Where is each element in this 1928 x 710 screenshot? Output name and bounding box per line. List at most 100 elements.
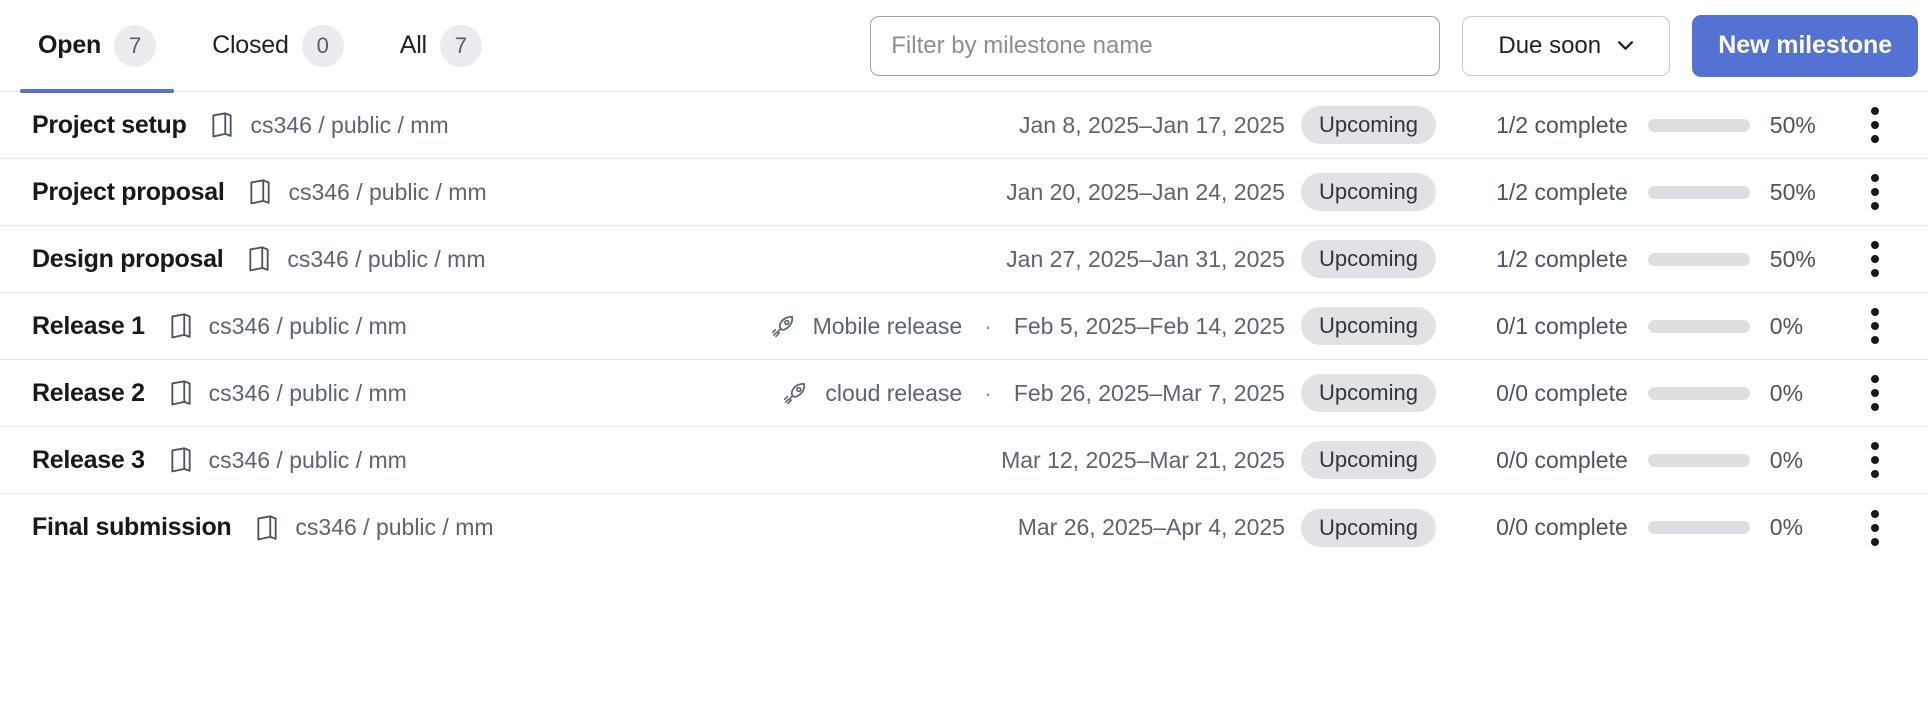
sort-dropdown[interactable]: Due soon (1462, 15, 1671, 76)
progress-bar (1647, 521, 1750, 534)
row-actions-menu-button[interactable] (1832, 174, 1918, 210)
tab-label: All (399, 31, 427, 59)
milestone-meta-cell: Jan 8, 2025–Jan 17, 2025 Upcoming (449, 106, 1452, 144)
progress-percent: 0% (1769, 312, 1804, 339)
repo-icon (161, 380, 193, 406)
status-badge: Upcoming (1300, 173, 1436, 211)
milestone-name[interactable]: Design proposal (32, 245, 224, 274)
milestone-progress-cell: 0/0 complete 0% (1452, 514, 1832, 541)
row-actions-menu-button[interactable] (1832, 442, 1918, 478)
milestone-progress-cell: 0/0 complete 0% (1452, 447, 1832, 474)
completion-text: 0/0 complete (1496, 379, 1628, 406)
milestone-name[interactable]: Final submission (32, 513, 232, 542)
milestone-name[interactable]: Release 1 (32, 312, 145, 341)
milestone-row: Release 1 cs346 / public / mm Mobile relea… (0, 293, 1928, 360)
milestone-dates: Mar 12, 2025–Mar 21, 2025 (1001, 446, 1285, 473)
milestone-title-cell: Release 1 cs346 / public / mm (10, 312, 407, 341)
row-actions-menu-button[interactable] (1832, 241, 1918, 277)
row-actions-menu-button[interactable] (1832, 107, 1918, 143)
milestone-dates: Jan 20, 2025–Jan 24, 2025 (1006, 178, 1285, 205)
row-actions-menu-button[interactable] (1832, 509, 1918, 546)
milestone-progress-cell: 1/2 complete 50% (1452, 179, 1832, 206)
completion-text: 1/2 complete (1496, 178, 1628, 205)
milestone-progress-cell: 0/1 complete 0% (1452, 313, 1832, 340)
separator: · (984, 312, 992, 339)
repo-path[interactable]: cs346 / public / mm (209, 380, 407, 407)
progress-bar (1647, 453, 1750, 467)
progress-bar (1647, 185, 1750, 199)
milestone-name[interactable]: Project proposal (32, 178, 225, 207)
milestone-dates: Feb 26, 2025–Mar 7, 2025 (1013, 379, 1285, 406)
milestone-progress-cell: 1/2 complete 50% (1452, 246, 1832, 273)
milestone-dates: Jan 8, 2025–Jan 17, 2025 (1018, 111, 1285, 138)
progress-percent: 50% (1769, 111, 1816, 138)
progress-percent: 50% (1769, 245, 1816, 272)
kebab-menu-icon (1871, 375, 1879, 411)
tab-closed[interactable]: Closed 0 (184, 0, 372, 92)
completion-text: 0/0 complete (1496, 446, 1628, 473)
repo-icon (202, 112, 234, 138)
progress-percent: 0% (1769, 379, 1804, 406)
kebab-menu-icon (1871, 174, 1879, 210)
milestone-dates: Mar 26, 2025–Apr 4, 2025 (1017, 514, 1285, 540)
milestone-meta-cell: cloud release · Feb 26, 2025–Mar 7, 2025 Up… (407, 374, 1452, 412)
repo-path[interactable]: cs346 / public / mm (295, 514, 493, 541)
milestone-name[interactable]: Project setup (32, 111, 187, 140)
release-name: Mobile release (812, 312, 963, 339)
rocket-icon (783, 380, 809, 406)
repo-path[interactable]: cs346 / public / mm (287, 246, 485, 273)
milestone-meta-cell: Jan 27, 2025–Jan 31, 2025 Upcoming (486, 240, 1452, 278)
milestone-filter-input[interactable] (870, 15, 1441, 76)
tab-count-badge: 0 (301, 24, 344, 67)
kebab-menu-icon (1871, 308, 1879, 344)
milestone-meta-cell: Mar 12, 2025–Mar 21, 2025 Upcoming (407, 441, 1452, 479)
milestone-progress-cell: 1/2 complete 50% (1452, 112, 1832, 139)
header-controls: Due soon New milestone (870, 14, 1918, 77)
milestones-page: Open7Closed0All7 Due soon New milestone … (0, 0, 1928, 710)
progress-percent: 50% (1769, 178, 1816, 205)
milestone-state-tabs: Open 7 Closed 0 All 7 (10, 0, 510, 93)
milestone-name[interactable]: Release 2 (32, 379, 145, 408)
milestone-title-cell: Project proposal cs346 / public / mm (10, 178, 487, 207)
status-badge: Upcoming (1300, 240, 1436, 278)
tab-label: Open (38, 31, 102, 59)
rocket-icon (771, 313, 797, 339)
row-actions-menu-button[interactable] (1832, 308, 1918, 344)
tab-count-badge: 7 (439, 24, 482, 67)
milestone-row: Project proposal cs346 / public / mm Jan 2… (0, 159, 1928, 226)
repo-path[interactable]: cs346 / public / mm (209, 447, 407, 474)
kebab-menu-icon (1871, 509, 1879, 546)
tab-label: Closed (212, 31, 289, 59)
milestone-row: Project setup cs346 / public / mm Jan 8, 2… (0, 92, 1928, 159)
milestone-row: Design proposal cs346 / public / mm Jan 27… (0, 226, 1928, 293)
status-badge: Upcoming (1300, 374, 1436, 412)
tab-all[interactable]: All 7 (372, 0, 510, 92)
progress-bar (1647, 252, 1750, 266)
separator: · (984, 379, 992, 406)
milestone-title-cell: Release 3 cs346 / public / mm (10, 446, 407, 475)
milestone-meta-cell: Mobile release · Feb 5, 2025–Feb 14, 2025 U… (407, 307, 1452, 345)
repo-path[interactable]: cs346 / public / mm (209, 313, 407, 340)
tab-open[interactable]: Open 7 (10, 0, 184, 93)
progress-percent: 0% (1769, 446, 1804, 473)
milestone-row: Release 3 cs346 / public / mm Mar 12, 2025… (0, 427, 1928, 494)
row-actions-menu-button[interactable] (1832, 375, 1918, 411)
milestone-title-cell: Release 2 cs346 / public / mm (10, 379, 407, 408)
repo-path[interactable]: cs346 / public / mm (288, 179, 486, 206)
new-milestone-button[interactable]: New milestone (1692, 14, 1918, 77)
repo-icon (161, 313, 193, 339)
repo-icon (239, 246, 271, 272)
completion-text: 0/1 complete (1496, 312, 1628, 339)
milestone-row: Release 2 cs346 / public / mm cloud releas… (0, 360, 1928, 427)
repo-icon (240, 179, 272, 205)
status-badge: Upcoming (1300, 307, 1436, 345)
progress-bar (1647, 319, 1750, 333)
release-name: cloud release (825, 379, 963, 406)
milestone-meta-cell: Jan 20, 2025–Jan 24, 2025 Upcoming (487, 173, 1452, 211)
repo-path[interactable]: cs346 / public / mm (250, 112, 448, 139)
milestone-title-cell: Final submission cs346 / public / mm (10, 513, 494, 542)
milestone-title-cell: Design proposal cs346 / public / mm (10, 245, 486, 274)
milestone-name[interactable]: Release 3 (32, 446, 145, 475)
progress-bar (1647, 118, 1750, 132)
chevron-down-icon (1617, 37, 1634, 54)
